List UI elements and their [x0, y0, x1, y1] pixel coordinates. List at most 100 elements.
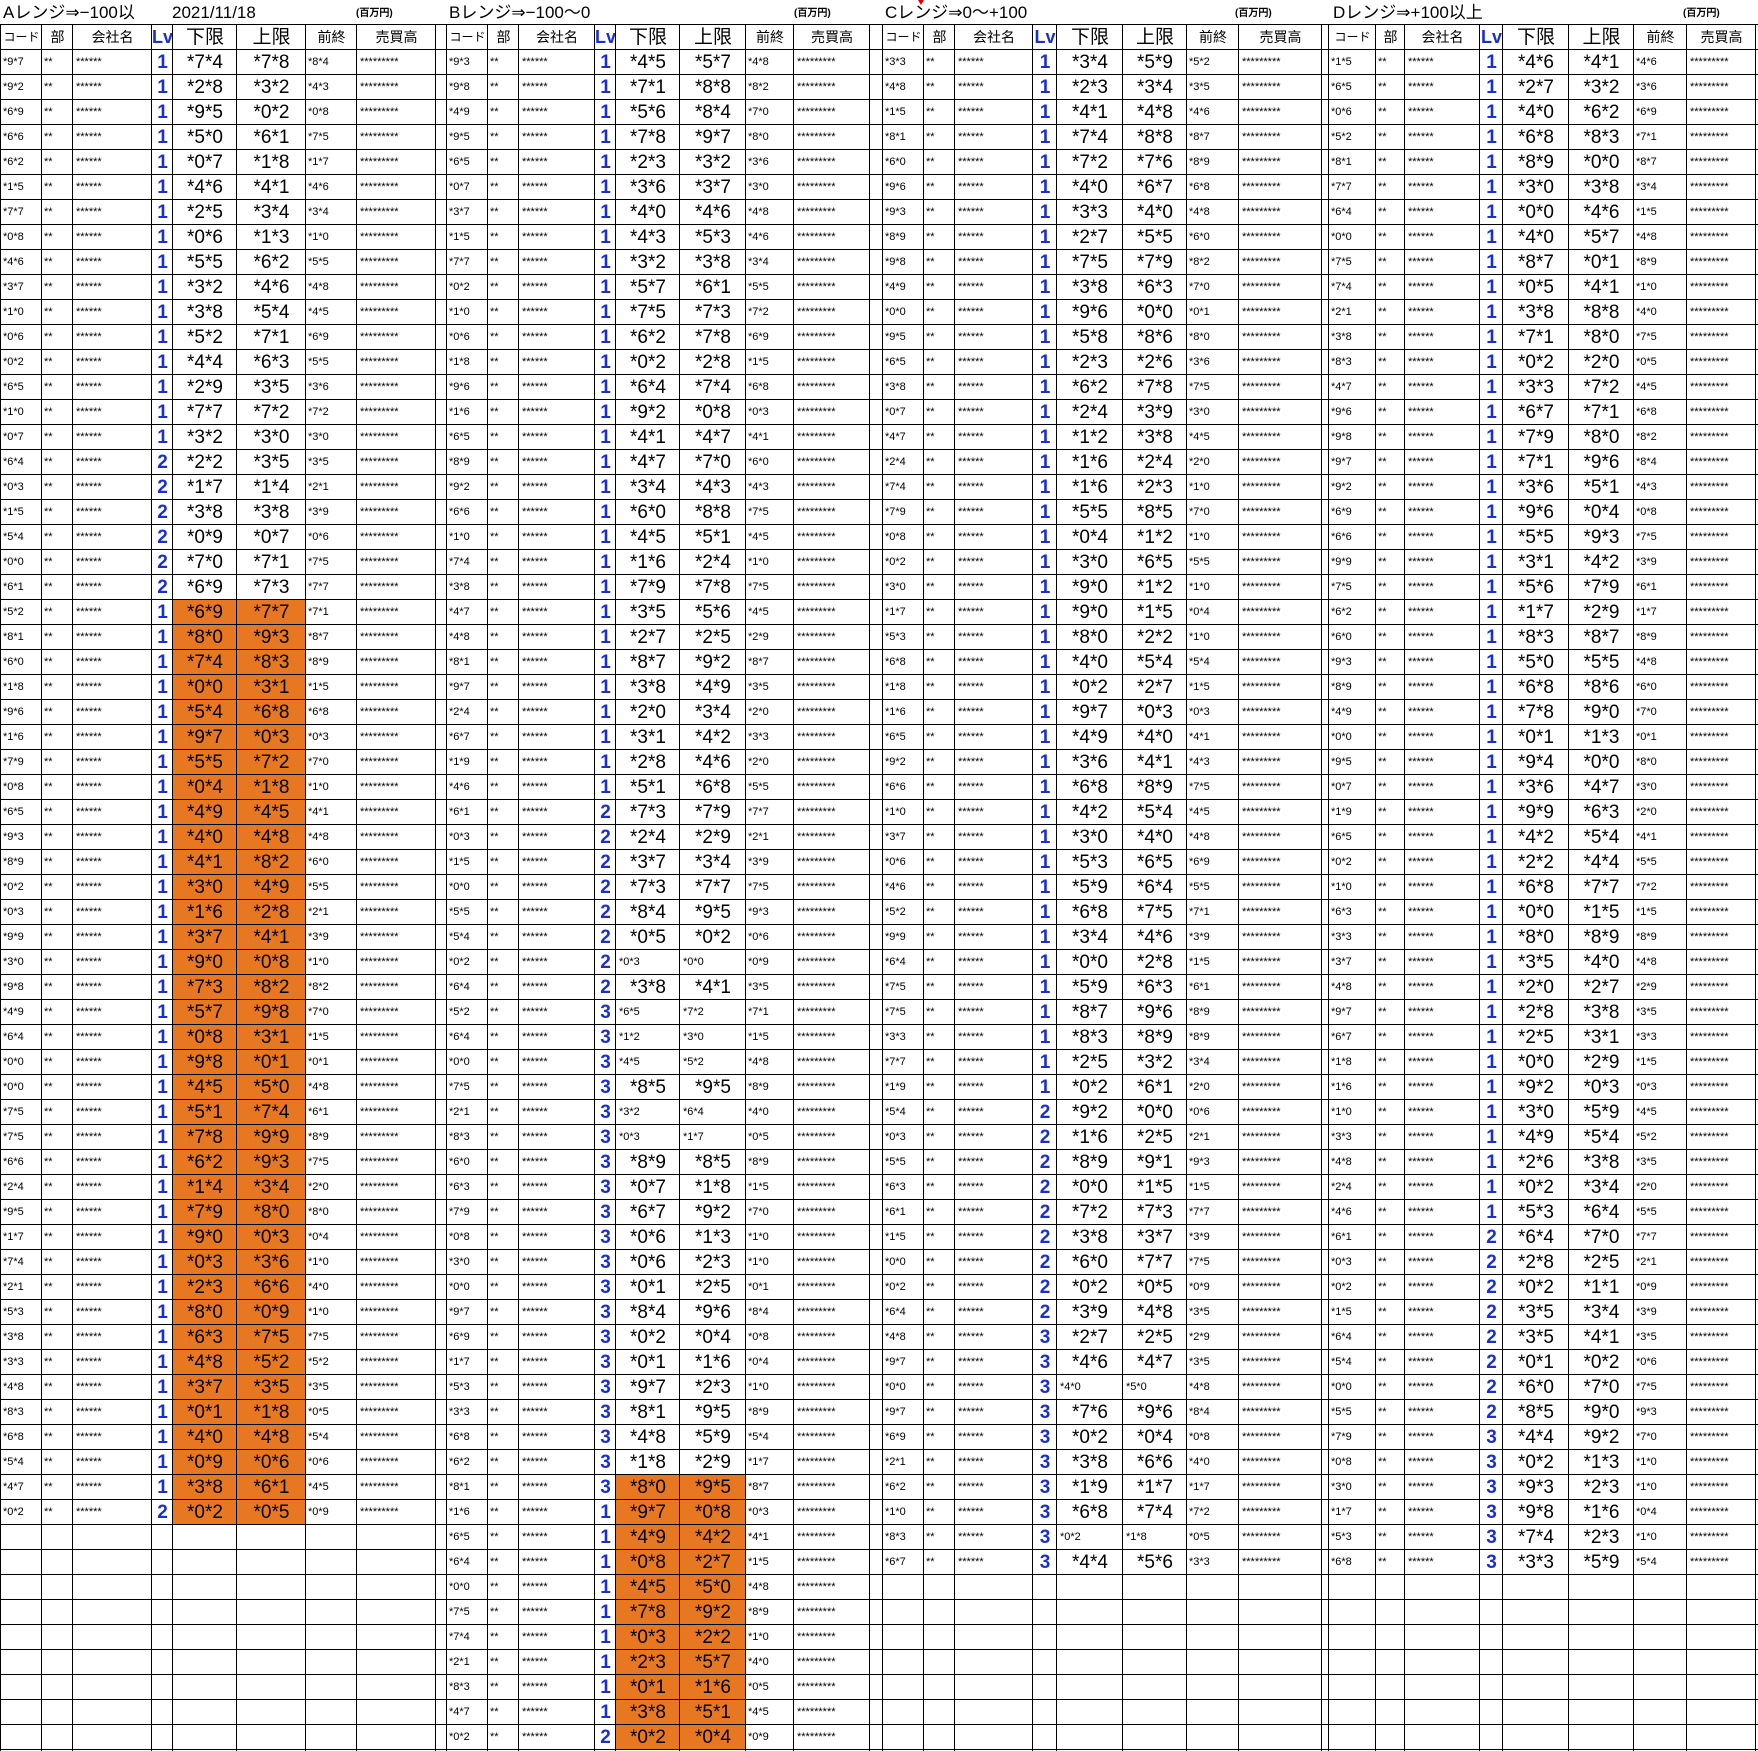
section-d-cell-bu[interactable]: ** — [1376, 75, 1405, 100]
section-c-cell-code[interactable]: *0*3 — [883, 1125, 924, 1150]
section-c-cell-hi[interactable]: *7*4 — [1123, 1500, 1187, 1525]
section-d-cell-lv[interactable]: 1 — [1480, 675, 1503, 700]
section-d-cell-prev[interactable]: *2*0 — [1634, 800, 1687, 825]
section-b-cell-lo[interactable]: *6*4 — [616, 375, 680, 400]
section-d-cell-name[interactable]: ****** — [1405, 500, 1480, 525]
section-a-cell-bu[interactable]: ** — [42, 1150, 73, 1175]
section-c-cell-name[interactable]: ****** — [955, 200, 1033, 225]
section-d-cell-hi[interactable]: *1*6 — [1569, 1500, 1634, 1525]
section-d-cell-lv[interactable]: 1 — [1480, 1050, 1503, 1075]
section-d-cell-name[interactable]: ****** — [1405, 1300, 1480, 1325]
section-a-cell-code[interactable]: *2*4 — [1, 1175, 42, 1200]
section-a-cell-amt[interactable]: ********* — [357, 1275, 436, 1300]
section-a-cell-prev[interactable]: *0*1 — [306, 1050, 357, 1075]
section-a-cell-lo[interactable]: *0*9 — [173, 525, 237, 550]
section-b-cell-lv[interactable]: 1 — [595, 625, 616, 650]
section-d-cell-amt[interactable]: ********* — [1687, 750, 1756, 775]
section-c-cell-prev[interactable]: *1*0 — [1187, 575, 1239, 600]
section-b-cell-amt[interactable]: ********* — [794, 1550, 870, 1575]
section-d-cell-hi[interactable]: *2*3 — [1569, 1475, 1634, 1500]
section-c-cell-amt[interactable]: ********* — [1239, 1350, 1322, 1375]
section-b-cell-hi[interactable]: *4*7 — [680, 425, 746, 450]
section-d-cell-lv[interactable]: 1 — [1480, 875, 1503, 900]
section-d-cell-amt[interactable]: ********* — [1687, 950, 1756, 975]
section-d-cell-bu[interactable]: ** — [1376, 1100, 1405, 1125]
section-a-cell-hi[interactable]: *7*1 — [237, 325, 306, 350]
section-d-cell-lo[interactable]: *0*2 — [1503, 1275, 1569, 1300]
section-c-cell-prev[interactable]: *1*0 — [1187, 475, 1239, 500]
section-a-cell-bu[interactable]: ** — [42, 375, 73, 400]
section-b-cell-lo[interactable]: *6*0 — [616, 500, 680, 525]
section-d-cell-hi[interactable]: *1*3 — [1569, 1450, 1634, 1475]
section-c-cell-name[interactable]: ****** — [955, 1100, 1033, 1125]
section-d-cell-code[interactable]: *9*6 — [1329, 400, 1376, 425]
section-b-cell-prev[interactable]: *3*4 — [746, 250, 794, 275]
section-d-cell-lv[interactable]: 1 — [1480, 550, 1503, 575]
section-a-cell-hi[interactable]: *0*9 — [237, 1300, 306, 1325]
section-c-cell-prev[interactable]: *7*5 — [1187, 1250, 1239, 1275]
section-c-cell-name[interactable]: ****** — [955, 325, 1033, 350]
section-c-cell-name[interactable]: ****** — [955, 1475, 1033, 1500]
section-c-cell-hi[interactable]: *8*5 — [1123, 500, 1187, 525]
section-c-cell-bu[interactable]: ** — [924, 675, 955, 700]
section-b-cell-bu[interactable]: ** — [488, 450, 519, 475]
section-c-cell-prev[interactable]: *0*1 — [1187, 300, 1239, 325]
section-c-cell-lv[interactable]: 1 — [1033, 475, 1057, 500]
section-b-cell-bu[interactable]: ** — [488, 1550, 519, 1575]
section-c-cell-name[interactable]: ****** — [955, 1375, 1033, 1400]
section-b-cell-name[interactable]: ****** — [519, 600, 595, 625]
section-d-cell-hi[interactable]: *9*0 — [1569, 1400, 1634, 1425]
section-d-cell-prev[interactable]: *1*5 — [1634, 900, 1687, 925]
section-b-cell-prev[interactable]: *4*8 — [746, 1575, 794, 1600]
section-d-cell-name[interactable]: ****** — [1405, 800, 1480, 825]
section-d-cell-prev[interactable]: *4*1 — [1634, 825, 1687, 850]
section-c-cell-bu[interactable]: ** — [924, 375, 955, 400]
section-a-cell-name[interactable]: ****** — [73, 425, 152, 450]
section-d-cell-code[interactable]: *3*7 — [1329, 950, 1376, 975]
section-c-cell-lo[interactable]: *6*8 — [1057, 775, 1123, 800]
section-a-cell-lv[interactable]: 1 — [152, 425, 173, 450]
section-b-cell-name[interactable]: ****** — [519, 1400, 595, 1425]
section-b-cell-lv[interactable]: 1 — [595, 50, 616, 75]
section-a-cell-bu[interactable]: ** — [42, 800, 73, 825]
section-b-cell-hi[interactable]: *5*0 — [680, 1575, 746, 1600]
section-d-cell-lo[interactable]: *4*0 — [1503, 225, 1569, 250]
section-d-cell-lv[interactable]: 1 — [1480, 325, 1503, 350]
section-c-cell-lo[interactable]: *8*3 — [1057, 1025, 1123, 1050]
section-d-cell-code[interactable]: *6*5 — [1329, 75, 1376, 100]
section-b-cell-hi[interactable]: *1*6 — [680, 1350, 746, 1375]
section-a-cell-amt[interactable]: ********* — [357, 1400, 436, 1425]
section-a-cell-prev[interactable]: *8*2 — [306, 975, 357, 1000]
section-b-cell-amt[interactable]: ********* — [794, 1650, 870, 1675]
section-d-cell-lv[interactable]: 1 — [1480, 1000, 1503, 1025]
section-d-cell-prev[interactable]: *6*0 — [1634, 675, 1687, 700]
section-d-cell-code[interactable]: *9*7 — [1329, 1000, 1376, 1025]
section-d-cell-bu[interactable]: ** — [1376, 900, 1405, 925]
section-a-cell-hi[interactable]: *9*3 — [237, 625, 306, 650]
section-c-cell-bu[interactable]: ** — [924, 350, 955, 375]
section-a-cell-name[interactable]: ****** — [73, 1350, 152, 1375]
section-c-cell-hi[interactable]: *5*9 — [1123, 50, 1187, 75]
section-c-cell-amt[interactable]: ********* — [1239, 525, 1322, 550]
section-a-cell-bu[interactable]: ** — [42, 450, 73, 475]
section-c-cell-prev[interactable]: *3*9 — [1187, 925, 1239, 950]
section-a-cell-lv[interactable]: 1 — [152, 925, 173, 950]
section-d-cell-lo[interactable]: *7*8 — [1503, 700, 1569, 725]
section-c-cell-bu[interactable]: ** — [924, 500, 955, 525]
section-b-cell-bu[interactable]: ** — [488, 1300, 519, 1325]
section-b-cell-lv[interactable]: 1 — [595, 1575, 616, 1600]
section-b-cell-bu[interactable]: ** — [488, 525, 519, 550]
section-a-cell-amt[interactable]: ********* — [357, 675, 436, 700]
section-c-cell-prev[interactable]: *0*8 — [1187, 1425, 1239, 1450]
section-b-cell-amt[interactable]: ********* — [794, 350, 870, 375]
section-d-cell-lo[interactable]: *3*6 — [1503, 775, 1569, 800]
section-c-cell-code[interactable]: *9*7 — [883, 1350, 924, 1375]
section-d-cell-lv[interactable]: 1 — [1480, 1075, 1503, 1100]
section-d-cell-hi[interactable]: *2*3 — [1569, 1525, 1634, 1550]
section-c-cell-amt[interactable]: ********* — [1239, 100, 1322, 125]
section-c-cell-lo[interactable]: *6*8 — [1057, 1500, 1123, 1525]
section-d-cell-name[interactable]: ****** — [1405, 475, 1480, 500]
section-b-cell-bu[interactable]: ** — [488, 1200, 519, 1225]
section-b-cell-lv[interactable]: 3 — [595, 1325, 616, 1350]
section-d-cell-lv[interactable]: 1 — [1480, 375, 1503, 400]
